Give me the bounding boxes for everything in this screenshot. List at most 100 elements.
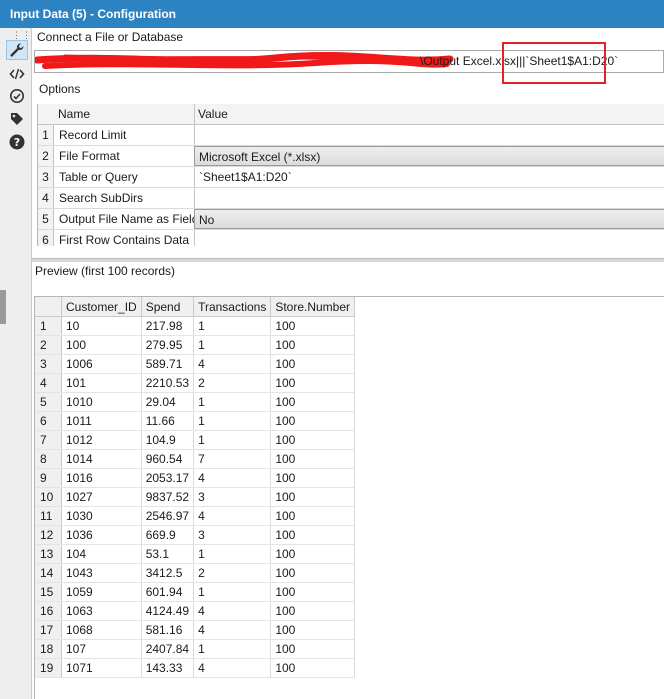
option-name: Search SubDirs bbox=[59, 191, 144, 205]
preview-table: Customer_ID Spend Transactions Store.Num… bbox=[35, 297, 356, 678]
header-value: Value bbox=[198, 107, 228, 121]
table-cell: 100 bbox=[270, 449, 356, 469]
table-row[interactable]: 15 1059 601.94 1 100 bbox=[35, 582, 356, 602]
tool-sidebar: ⋮⋮ ? bbox=[0, 28, 32, 699]
table-row[interactable]: 9 1016 2053.17 4 100 bbox=[35, 468, 356, 488]
row-number: 9 bbox=[35, 468, 62, 488]
row-number: 1 bbox=[35, 316, 62, 336]
row-number: 2 bbox=[35, 335, 62, 355]
help-icon[interactable]: ? bbox=[6, 132, 28, 152]
table-row[interactable]: 10 1027 9837.52 3 100 bbox=[35, 487, 356, 507]
file-format-dropdown[interactable]: Microsoft Excel (*.xlsx) bbox=[194, 146, 664, 166]
table-row[interactable]: 7 1012 104.9 1 100 bbox=[35, 430, 356, 450]
column-header[interactable]: Customer_ID bbox=[61, 297, 142, 317]
table-cell: 3 bbox=[193, 525, 272, 545]
table-row[interactable]: 19 1071 143.33 4 100 bbox=[35, 658, 356, 678]
table-cell: 100 bbox=[270, 563, 356, 583]
table-row[interactable]: 2 100 279.95 1 100 bbox=[35, 335, 356, 355]
wrench-icon[interactable] bbox=[6, 40, 28, 60]
table-cell: 2 bbox=[193, 563, 272, 583]
annotation-icon[interactable] bbox=[6, 86, 28, 106]
row-number: 3 bbox=[35, 354, 62, 374]
table-cell: 589.71 bbox=[141, 354, 195, 374]
table-row[interactable]: 5 1010 29.04 1 100 bbox=[35, 392, 356, 412]
row-number: 14 bbox=[35, 563, 62, 583]
tag-icon[interactable] bbox=[6, 109, 28, 129]
options-header: Name Value bbox=[38, 104, 664, 125]
table-cell: 2546.97 bbox=[141, 506, 195, 526]
row-number: 19 bbox=[35, 658, 62, 678]
grip-handle[interactable]: ⋮⋮ bbox=[12, 31, 32, 40]
row-number: 1 bbox=[38, 125, 54, 145]
table-row[interactable]: 16 1063 4124.49 4 100 bbox=[35, 601, 356, 621]
table-cell: 1071 bbox=[61, 658, 142, 678]
row-number: 8 bbox=[35, 449, 62, 469]
corner-header bbox=[35, 297, 62, 317]
table-cell: 1068 bbox=[61, 620, 142, 640]
table-cell: 100 bbox=[270, 373, 356, 393]
row-number: 6 bbox=[38, 230, 54, 246]
connection-path-field[interactable]: \Output Excel.xlsx|||`Sheet1$A1:D20` bbox=[34, 50, 664, 73]
table-row[interactable]: 18 107 2407.84 1 100 bbox=[35, 639, 356, 659]
table-cell: 101 bbox=[61, 373, 142, 393]
table-cell: 100 bbox=[270, 468, 356, 488]
table-cell: 100 bbox=[270, 354, 356, 374]
table-row[interactable]: 1 10 217.98 1 100 bbox=[35, 316, 356, 336]
option-name: File Format bbox=[59, 149, 120, 163]
option-value: No bbox=[199, 213, 215, 227]
table-row[interactable]: 3 1006 589.71 4 100 bbox=[35, 354, 356, 374]
table-row[interactable]: 12 1036 669.9 3 100 bbox=[35, 525, 356, 545]
table-cell: 104 bbox=[61, 544, 142, 564]
table-cell: 7 bbox=[193, 449, 272, 469]
table-row[interactable]: 8 1014 960.54 7 100 bbox=[35, 449, 356, 469]
table-row[interactable]: 11 1030 2546.97 4 100 bbox=[35, 506, 356, 526]
table-cell: 11.66 bbox=[141, 411, 195, 431]
option-row-file-format: 2 File Format Microsoft Excel (*.xlsx) bbox=[38, 146, 664, 167]
option-row-record-limit: 1 Record Limit bbox=[38, 125, 664, 146]
table-cell: 1 bbox=[193, 392, 272, 412]
table-cell: 3 bbox=[193, 487, 272, 507]
table-cell: 601.94 bbox=[141, 582, 195, 602]
panel-splitter[interactable] bbox=[32, 258, 664, 262]
row-number: 4 bbox=[35, 373, 62, 393]
table-cell: 100 bbox=[270, 335, 356, 355]
row-number: 3 bbox=[38, 167, 54, 187]
table-cell: 217.98 bbox=[141, 316, 195, 336]
preview-header-row: Customer_ID Spend Transactions Store.Num… bbox=[35, 297, 356, 317]
table-cell: 53.1 bbox=[141, 544, 195, 564]
splitter-handle[interactable] bbox=[0, 290, 6, 324]
code-icon[interactable] bbox=[6, 64, 28, 84]
header-name: Name bbox=[58, 107, 91, 121]
table-cell: 1 bbox=[193, 316, 272, 336]
column-header[interactable]: Store.Number bbox=[270, 297, 356, 317]
table-row[interactable]: 17 1068 581.16 4 100 bbox=[35, 620, 356, 640]
window-title: Input Data (5) - Configuration bbox=[0, 0, 664, 28]
table-cell: 143.33 bbox=[141, 658, 195, 678]
table-cell: 4 bbox=[193, 601, 272, 621]
table-query-input[interactable]: `Sheet1$A1:D20` bbox=[194, 167, 664, 187]
options-label: Options bbox=[39, 82, 81, 96]
table-cell: 1059 bbox=[61, 582, 142, 602]
table-cell: 100 bbox=[270, 582, 356, 602]
table-cell: 100 bbox=[270, 316, 356, 336]
table-row[interactable]: 14 1043 3412.5 2 100 bbox=[35, 563, 356, 583]
connect-label: Connect a File or Database bbox=[37, 30, 184, 44]
table-cell: 100 bbox=[270, 430, 356, 450]
table-row[interactable]: 6 1011 11.66 1 100 bbox=[35, 411, 356, 431]
option-name: First Row Contains Data bbox=[59, 233, 190, 246]
table-cell: 100 bbox=[270, 411, 356, 431]
first-row-data-checkbox[interactable] bbox=[194, 230, 664, 246]
search-subdirs-checkbox[interactable] bbox=[194, 188, 664, 208]
row-number: 7 bbox=[35, 430, 62, 450]
record-limit-input[interactable] bbox=[194, 125, 664, 145]
option-name: Output File Name as Field bbox=[59, 212, 199, 226]
table-cell: 9837.52 bbox=[141, 487, 195, 507]
option-value: `Sheet1$A1:D20` bbox=[199, 170, 292, 184]
output-file-name-dropdown[interactable]: No bbox=[194, 209, 664, 229]
column-header[interactable]: Spend bbox=[141, 297, 195, 317]
table-row[interactable]: 13 104 53.1 1 100 bbox=[35, 544, 356, 564]
column-header[interactable]: Transactions bbox=[193, 297, 272, 317]
table-row[interactable]: 4 101 2210.53 2 100 bbox=[35, 373, 356, 393]
table-cell: 100 bbox=[270, 392, 356, 412]
table-cell: 1006 bbox=[61, 354, 142, 374]
